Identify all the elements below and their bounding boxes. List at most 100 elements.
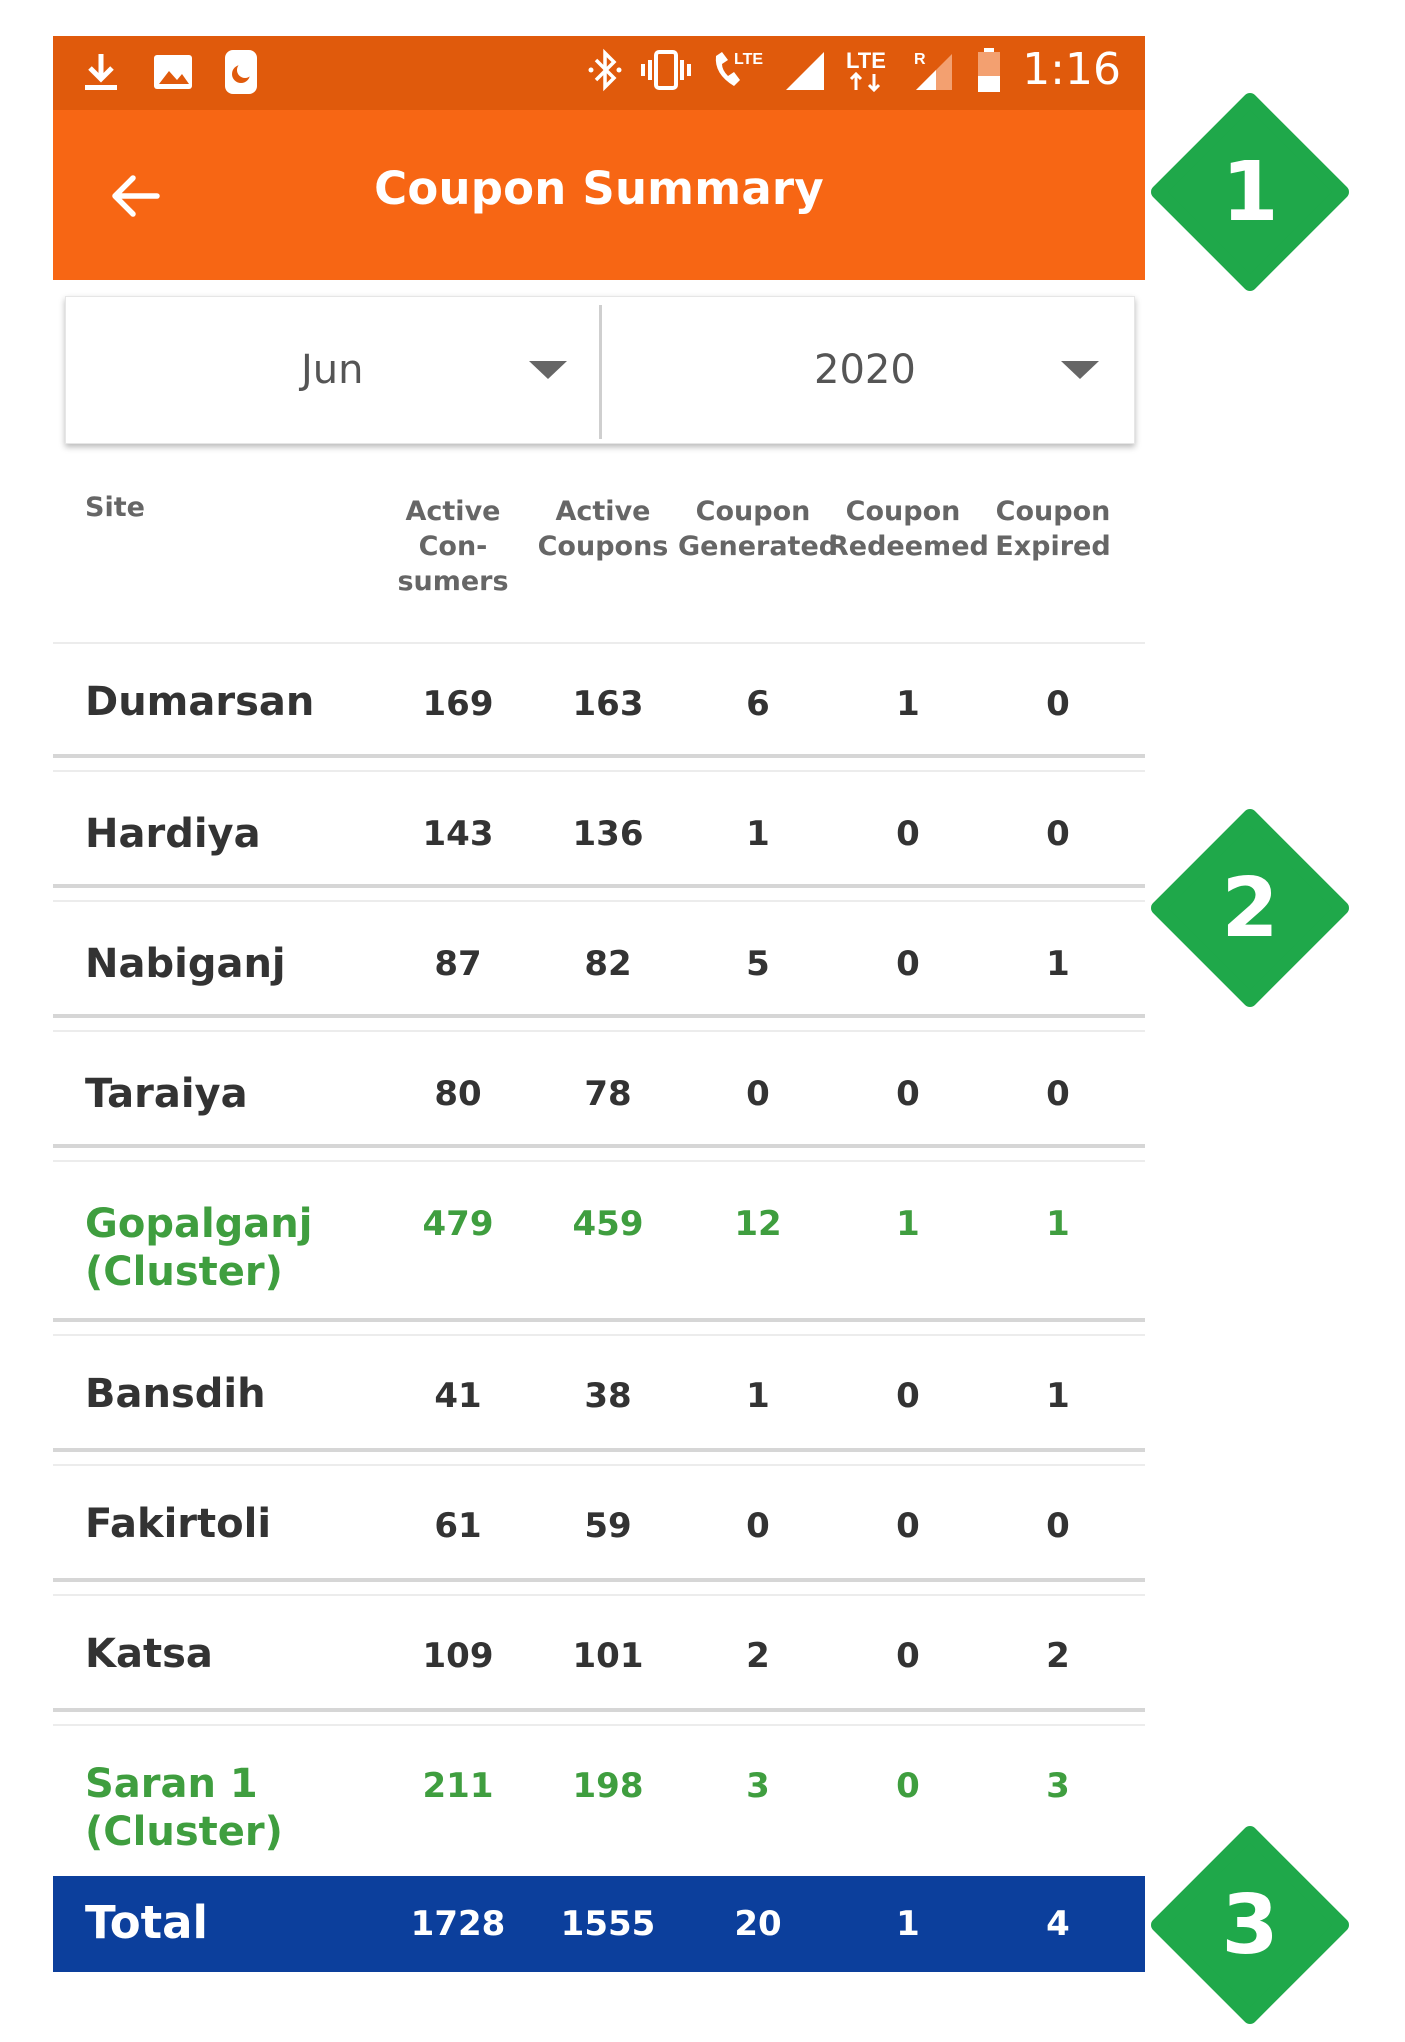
table-row[interactable]: Nabiganj 87 82 5 0 1 (53, 902, 1145, 1014)
page-title: Coupon Summary (374, 162, 824, 215)
column-header-coupon-expired: Coupon Expired (978, 494, 1128, 564)
active-coupons-value: 82 (584, 944, 632, 984)
coupon-redeemed-value: 0 (896, 814, 920, 854)
row-divider (53, 754, 1145, 758)
coupon-expired-value: 1 (1046, 944, 1070, 984)
coupon-expired-value: 2 (1046, 1636, 1070, 1676)
active-coupons-value: 163 (572, 684, 644, 724)
callout-number: 2 (1221, 860, 1279, 956)
coupon-expired-value: 0 (1046, 684, 1070, 724)
active-coupons-value: 198 (572, 1766, 644, 1806)
site-name-line: Gopalganj (85, 1201, 313, 1247)
coupon-generated-value: 12 (734, 1204, 782, 1244)
header-line: Expired (995, 531, 1111, 562)
coupon-generated-value: 1 (746, 814, 770, 854)
site-name: Taraiya (85, 1071, 248, 1117)
row-divider (53, 1708, 1145, 1712)
row-divider (53, 1578, 1145, 1582)
night-mode-icon (223, 48, 259, 96)
year-dropdown[interactable]: 2020 (600, 297, 1134, 443)
month-dropdown[interactable]: Jun (66, 297, 600, 443)
table-header: Site Active Con- sumers Active Coupons C… (53, 480, 1145, 640)
site-name-line: (Cluster) (85, 1249, 283, 1295)
header-line: sumers (397, 566, 509, 597)
lte-call-icon: LTE (710, 46, 766, 94)
signal-icon (784, 48, 826, 92)
coupon-generated-value: 0 (746, 1506, 770, 1546)
status-time: 1:16 (1022, 44, 1121, 95)
total-label: Total (85, 1896, 208, 1949)
callout-badge-2: 2 (1150, 808, 1350, 1008)
active-coupons-value: 78 (584, 1074, 632, 1114)
site-name-line: Saran 1 (85, 1761, 258, 1807)
signal-roaming-icon: R (912, 46, 956, 94)
svg-text:LTE: LTE (846, 48, 886, 73)
site-name: Gopalganj (Cluster) (85, 1200, 312, 1296)
active-consumers-value: 109 (422, 1636, 494, 1676)
coupon-generated-value: 3 (746, 1766, 770, 1806)
active-coupons-value: 459 (572, 1204, 644, 1244)
row-divider (53, 1318, 1145, 1322)
coupon-expired-value: 3 (1046, 1766, 1070, 1806)
coupon-expired-value: 0 (1046, 1074, 1070, 1114)
table-row-cluster[interactable]: Gopalganj (Cluster) 479 459 12 1 1 (53, 1162, 1145, 1318)
header-line: Redeemed (828, 531, 989, 562)
date-filter-card: Jun 2020 (65, 296, 1135, 444)
coupon-redeemed-value: 0 (896, 1376, 920, 1416)
battery-icon (974, 46, 1004, 94)
header-line: Active (555, 496, 651, 527)
table-row-cluster[interactable]: Saran 1 (Cluster) 211 198 3 0 3 (53, 1726, 1145, 1882)
header-line: Active (405, 496, 501, 527)
row-divider (53, 1448, 1145, 1452)
header-line: Generated (678, 531, 839, 562)
total-coupon-expired: 4 (1046, 1904, 1070, 1944)
header-line: Coupon (695, 496, 811, 527)
svg-text:LTE: LTE (734, 51, 763, 68)
row-divider (53, 884, 1145, 888)
coupon-expired-value: 0 (1046, 1506, 1070, 1546)
site-name: Katsa (85, 1631, 213, 1677)
column-header-site: Site (85, 492, 145, 523)
site-name: Bansdih (85, 1371, 266, 1417)
coupon-redeemed-value: 0 (896, 1074, 920, 1114)
total-bar: Total 1728 1555 20 1 4 (53, 1876, 1145, 1972)
active-consumers-value: 211 (422, 1766, 494, 1806)
total-active-coupons: 1555 (560, 1904, 656, 1944)
total-coupon-generated: 20 (734, 1904, 782, 1944)
column-header-coupon-redeemed: Coupon Redeemed (828, 494, 989, 564)
active-consumers-value: 61 (434, 1506, 482, 1546)
table-row[interactable]: Dumarsan 169 163 6 1 0 (53, 642, 1145, 754)
coupon-redeemed-value: 0 (896, 1506, 920, 1546)
table-row[interactable]: Bansdih 41 38 1 0 1 (53, 1336, 1145, 1448)
column-header-active-coupons: Active Coupons (528, 494, 678, 564)
coupon-expired-value: 1 (1046, 1376, 1070, 1416)
table-row[interactable]: Fakirtoli 61 59 0 0 0 (53, 1466, 1145, 1578)
coupon-redeemed-value: 0 (896, 944, 920, 984)
row-divider (53, 1014, 1145, 1018)
site-name-line: (Cluster) (85, 1809, 283, 1855)
vibrate-icon (640, 46, 692, 94)
total-coupon-redeemed: 1 (896, 1904, 920, 1944)
header-line: Coupon (995, 496, 1111, 527)
total-active-consumers: 1728 (410, 1904, 506, 1944)
active-consumers-value: 169 (422, 684, 494, 724)
callout-badge-3: 3 (1150, 1825, 1350, 2025)
column-header-active-consumers: Active Con- sumers (378, 494, 528, 599)
site-name: Nabiganj (85, 941, 286, 987)
column-header-coupon-generated: Coupon Generated (678, 494, 839, 564)
coupon-generated-value: 0 (746, 1074, 770, 1114)
active-consumers-value: 479 (422, 1204, 494, 1244)
year-value: 2020 (814, 347, 916, 393)
active-coupons-value: 101 (572, 1636, 644, 1676)
table-row[interactable]: Hardiya 143 136 1 0 0 (53, 772, 1145, 884)
active-coupons-value: 38 (584, 1376, 632, 1416)
table-row[interactable]: Katsa 109 101 2 0 2 (53, 1596, 1145, 1708)
coupon-generated-value: 5 (746, 944, 770, 984)
svg-text:R: R (914, 51, 926, 68)
active-coupons-value: 136 (572, 814, 644, 854)
coupon-generated-value: 2 (746, 1636, 770, 1676)
chevron-down-icon (529, 361, 567, 379)
coupon-redeemed-value: 1 (896, 1204, 920, 1244)
coupon-expired-value: 1 (1046, 1204, 1070, 1244)
table-row[interactable]: Taraiya 80 78 0 0 0 (53, 1032, 1145, 1144)
